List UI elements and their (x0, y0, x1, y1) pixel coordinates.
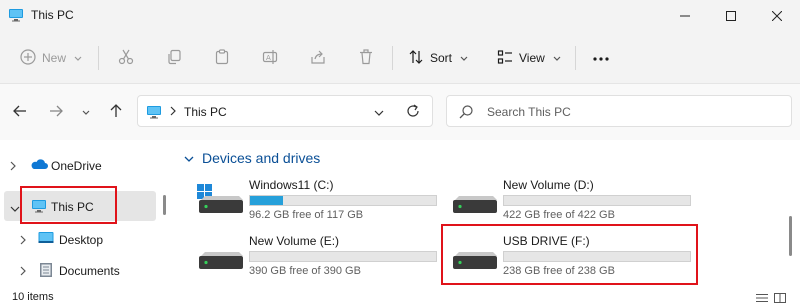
forward-button[interactable] (42, 98, 70, 126)
view-button[interactable]: View (497, 44, 561, 72)
drive-item-e[interactable]: New Volume (E:) 390 GB free of 390 GB (197, 234, 437, 278)
svg-text:A: A (266, 54, 271, 62)
more-icon (592, 51, 610, 65)
recent-locations-button[interactable] (72, 98, 100, 126)
paste-button[interactable] (214, 44, 230, 72)
copy-button[interactable] (166, 44, 182, 72)
arrow-right-icon (49, 105, 63, 120)
annotation-highlight-box (20, 186, 117, 224)
documents-icon (39, 262, 53, 281)
cut-button[interactable] (118, 44, 134, 72)
breadcrumb-separator-icon[interactable] (170, 105, 176, 119)
view-label: View (519, 51, 545, 65)
sidebar-item-onedrive[interactable]: OneDrive (0, 150, 155, 180)
windows-drive-icon (197, 184, 243, 217)
content-scrollbar-thumb[interactable] (789, 216, 792, 256)
chevron-down-icon (82, 105, 90, 119)
toolbar-divider (98, 46, 99, 70)
title-bar: This PC (0, 0, 800, 32)
plus-circle-icon (20, 48, 36, 68)
search-box[interactable]: Search This PC (446, 95, 792, 127)
desktop-folder-icon (38, 231, 54, 248)
tiles-view-icon[interactable] (774, 292, 786, 306)
delete-button[interactable] (358, 44, 374, 72)
sort-icon (408, 49, 424, 68)
copy-icon (166, 49, 182, 68)
drive-name: New Volume (D:) (503, 178, 594, 192)
maximize-button[interactable] (708, 0, 754, 32)
drive-item-c[interactable]: Windows11 (C:) 96.2 GB free of 117 GB (197, 178, 437, 222)
chevron-right-icon[interactable] (20, 234, 26, 248)
chevron-down-icon (184, 150, 194, 166)
sidebar-item-label: Desktop (59, 233, 104, 247)
view-list-icon (497, 49, 513, 68)
status-bar: 10 items (0, 288, 800, 308)
group-title: Devices and drives (202, 150, 321, 166)
paste-icon (214, 48, 230, 68)
window-title: This PC (31, 8, 74, 22)
chevron-right-icon[interactable] (20, 265, 26, 279)
share-icon (310, 49, 326, 68)
rename-icon: A (262, 49, 278, 68)
drive-icon (197, 240, 243, 273)
sidebar-item-label: Documents (59, 264, 120, 278)
drive-name: Windows11 (C:) (249, 178, 334, 192)
minimize-button[interactable] (662, 0, 708, 32)
drive-usage-bar (249, 251, 437, 262)
sort-label: Sort (430, 51, 453, 65)
command-bar: New A Sort View (0, 32, 800, 84)
new-label: New (42, 51, 67, 65)
search-placeholder[interactable]: Search This PC (487, 105, 571, 119)
toolbar-divider (392, 46, 393, 70)
sidebar-item-desktop[interactable]: Desktop (0, 224, 155, 254)
chevron-right-icon[interactable] (10, 160, 16, 174)
chevron-down-icon (460, 51, 468, 65)
drive-free-space: 96.2 GB free of 117 GB (249, 209, 364, 221)
sidebar-item-label: OneDrive (51, 159, 102, 173)
devices-and-drives-header[interactable]: Devices and drives (184, 150, 320, 166)
cloud-icon (30, 157, 48, 174)
computer-icon (146, 104, 162, 123)
sidebar-scrollbar-thumb[interactable] (163, 195, 166, 215)
arrow-left-icon (13, 105, 27, 120)
breadcrumb-this-pc[interactable]: This PC (184, 105, 227, 119)
arrow-up-icon (110, 103, 122, 121)
address-history-button[interactable] (374, 106, 384, 120)
drive-usage-bar (503, 195, 691, 206)
drive-free-space: 422 GB free of 422 GB (503, 209, 615, 221)
address-bar[interactable]: This PC (137, 95, 433, 127)
annotation-highlight-box (441, 224, 698, 285)
refresh-icon[interactable] (406, 104, 420, 121)
drive-free-space: 390 GB free of 390 GB (249, 265, 361, 277)
layout-toggle (756, 292, 786, 306)
sidebar-item-documents[interactable]: Documents (0, 255, 155, 285)
item-count: 10 items (12, 291, 54, 303)
chevron-down-icon (74, 51, 82, 65)
share-button[interactable] (310, 44, 326, 72)
more-options-button[interactable] (592, 44, 610, 72)
rename-button[interactable]: A (262, 44, 278, 72)
back-button[interactable] (6, 98, 34, 126)
drive-usage-fill (250, 196, 284, 205)
drive-usage-bar (249, 195, 437, 206)
chevron-down-icon[interactable] (10, 201, 20, 215)
drive-icon (451, 184, 497, 217)
chevron-down-icon (553, 51, 561, 65)
cut-icon (118, 49, 134, 68)
computer-icon (8, 7, 24, 26)
details-view-icon[interactable] (756, 292, 768, 306)
sort-button[interactable]: Sort (408, 44, 468, 72)
up-button[interactable] (102, 98, 130, 126)
search-icon (459, 105, 473, 122)
delete-icon (358, 48, 374, 68)
drive-name: New Volume (E:) (249, 234, 340, 248)
toolbar-divider (575, 46, 576, 70)
close-button[interactable] (754, 0, 800, 32)
drive-item-d[interactable]: New Volume (D:) 422 GB free of 422 GB (451, 178, 691, 222)
new-button[interactable]: New (20, 44, 82, 72)
